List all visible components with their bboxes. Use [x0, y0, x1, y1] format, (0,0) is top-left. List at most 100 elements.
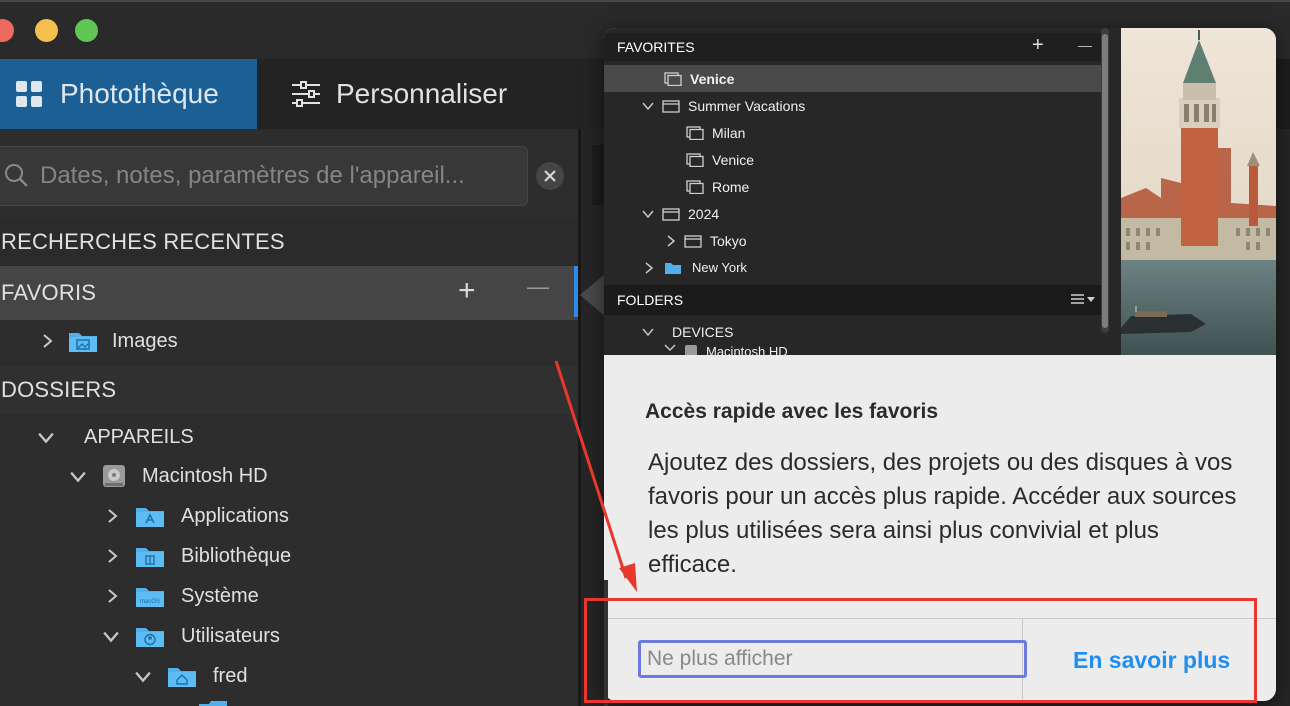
folders-header[interactable]: DOSSIERS — [0, 366, 578, 414]
sidebar-item-fred[interactable]: fred — [0, 656, 578, 696]
folder-icon — [665, 262, 681, 274]
chevron-right-icon[interactable] — [40, 334, 54, 348]
annotation-highlight-box — [584, 598, 1257, 703]
shot-row-label: Rome — [712, 178, 750, 195]
chevron-down-icon[interactable] — [103, 628, 119, 644]
sidebar-item-label: Utilisateurs — [181, 624, 280, 647]
tab-library-label: Photothèque — [60, 78, 219, 109]
chevron-down-icon[interactable] — [38, 429, 54, 445]
shot-devices-label: DEVICES — [672, 323, 734, 340]
shot-row: Venice — [604, 65, 1101, 92]
chevron-right-icon — [667, 234, 676, 247]
favorites-header[interactable]: FAVORIS + — — [0, 266, 578, 320]
shot-row: Macintosh HD — [604, 344, 1101, 355]
tab-library[interactable]: Photothèque — [0, 59, 257, 129]
album-icon — [686, 179, 704, 194]
sidebar-item-label: Applications — [181, 504, 289, 527]
grid-icon — [16, 81, 42, 107]
sliders-icon — [292, 81, 320, 107]
project-icon — [662, 99, 680, 113]
sidebar-item-images[interactable]: Images — [0, 321, 578, 361]
home-folder-icon — [168, 668, 196, 687]
sidebar-item-label: Bibliothèque — [181, 544, 292, 567]
chevron-down-icon — [642, 102, 654, 110]
project-icon — [684, 234, 702, 248]
shot-folders-label: FOLDERS — [617, 292, 684, 308]
shot-folders-header: FOLDERS — [604, 285, 1101, 315]
shot-row: DEVICES — [604, 318, 1101, 345]
system-badge: macOS — [140, 599, 160, 605]
tab-customize[interactable]: Personnaliser — [257, 59, 540, 129]
shot-row: Tokyo — [604, 227, 1101, 254]
shot-row-label: Venice — [712, 151, 755, 168]
sidebar-item-label: fred — [213, 664, 248, 687]
tip-screenshot: FAVORITES + — Venice Summer Vacations Mi… — [604, 28, 1121, 355]
chevron-down-icon — [664, 344, 676, 352]
chevron-down-icon[interactable] — [70, 468, 86, 484]
chevron-right-icon[interactable] — [105, 549, 119, 563]
chevron-right-icon — [645, 261, 654, 274]
search-placeholder: Dates, notes, paramètres de l'appareil..… — [40, 162, 465, 189]
applications-folder-icon — [136, 508, 164, 527]
search-icon — [5, 164, 28, 187]
recent-searches-label: RECHERCHES RECENTES — [1, 229, 285, 254]
sidebar-item-library[interactable]: Bibliothèque — [0, 536, 578, 576]
chevron-right-icon[interactable] — [105, 509, 119, 523]
search-input[interactable]: Dates, notes, paramètres de l'appareil..… — [0, 146, 528, 206]
disk-label: Macintosh HD — [142, 464, 268, 487]
devices-label: APPAREILS — [84, 425, 194, 448]
remove-favorite-button[interactable]: — — [527, 276, 549, 298]
shot-row-label: Venice — [690, 70, 735, 87]
shot-row: Rome — [604, 173, 1101, 200]
pictures-folder-icon — [69, 333, 97, 352]
shot-row-label: Milan — [712, 124, 746, 141]
album-icon — [686, 125, 704, 140]
search-clear-button[interactable] — [536, 162, 564, 190]
shot-row-label: Summer Vacations — [688, 97, 806, 114]
sidebar-item-macintosh-hd[interactable]: Macintosh HD — [0, 456, 578, 496]
project-icon — [662, 207, 680, 221]
system-folder-icon: macOS — [136, 588, 164, 607]
shot-row-label: 2024 — [688, 205, 720, 222]
recent-searches-header[interactable]: RECHERCHES RECENTES — [0, 218, 578, 266]
add-favorite-button[interactable]: + — [458, 276, 476, 306]
shot-row: Milan — [604, 119, 1101, 146]
album-icon — [686, 152, 704, 167]
album-icon — [664, 71, 682, 86]
chevron-down-icon[interactable] — [135, 668, 151, 684]
tab-bar-filler — [540, 59, 610, 129]
shot-row: New York — [604, 254, 1101, 281]
sidebar-item-system[interactable]: macOS Système — [0, 576, 578, 616]
chevron-right-icon[interactable] — [105, 589, 119, 603]
shot-row-label: New York — [692, 260, 747, 275]
shot-row: 2024 — [604, 200, 1101, 227]
shot-favorites-header: FAVORITES + — — [604, 33, 1101, 61]
close-icon — [544, 170, 556, 182]
next-folder-icon-partial — [199, 701, 227, 706]
users-folder-icon — [136, 628, 164, 647]
popover-body: Ajoutez des dossiers, des projets ou des… — [648, 449, 1237, 578]
popover-title: Accès rapide avec les favoris — [645, 400, 939, 423]
venice-photo — [1121, 28, 1276, 355]
shot-row: Summer Vacations — [604, 92, 1101, 119]
minimize-window-button[interactable] — [35, 19, 58, 42]
zoom-window-button[interactable] — [75, 19, 98, 42]
chevron-down-icon — [642, 328, 654, 336]
shot-disk-label: Macintosh HD — [706, 344, 788, 355]
chevron-down-icon — [642, 210, 654, 218]
list-menu-icon — [1071, 294, 1095, 304]
devices-group[interactable]: APPAREILS — [0, 417, 578, 457]
shot-row-label: Tokyo — [710, 232, 747, 249]
shot-row: Venice — [604, 146, 1101, 173]
sidebar-item-applications[interactable]: Applications — [0, 496, 578, 536]
favorites-label: FAVORIS — [1, 280, 97, 305]
shot-scrollbar-thumb — [1102, 34, 1108, 328]
sidebar-item-users[interactable]: Utilisateurs — [0, 616, 578, 656]
folders-label: DOSSIERS — [1, 377, 117, 402]
hard-drive-icon — [685, 345, 697, 355]
hard-drive-icon — [103, 465, 125, 487]
tab-customize-label: Personnaliser — [336, 78, 508, 109]
sidebar-item-label: Système — [181, 584, 259, 607]
sidebar-item-label: Images — [112, 329, 178, 352]
shot-favorites-label: FAVORITES — [617, 39, 695, 55]
